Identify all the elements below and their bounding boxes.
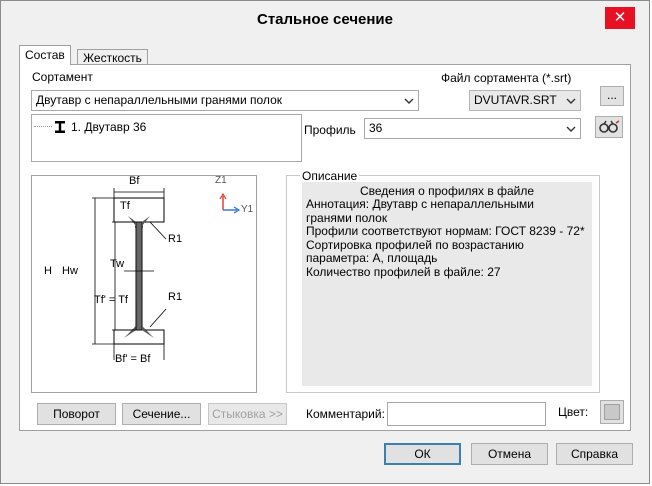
description-line: Сортировка профилей по возрастанию (306, 237, 524, 252)
color-label: Цвет: (558, 405, 589, 419)
help-button[interactable]: Справка (556, 443, 633, 465)
label-hw: Hw (62, 265, 78, 277)
label-tf: Tf (120, 200, 130, 212)
chevron-down-icon (404, 98, 414, 104)
profile-label: Профиль (304, 123, 356, 137)
label-r1-top: R1 (168, 233, 183, 245)
title-bar: Стальное сечение ✕ (1, 1, 649, 39)
rotate-button[interactable]: Поворот (37, 403, 116, 425)
tree-item[interactable]: 1. Двутавр 36 (34, 119, 274, 135)
label-tw: Tw (110, 258, 125, 270)
color-button[interactable] (600, 400, 624, 424)
section-diagram: Bf Tf R1 H Hw Tw Tf' = Tf R1 Bf' = Bf Z1… (31, 175, 257, 393)
binoculars-icon (599, 120, 620, 133)
comment-input[interactable] (387, 402, 546, 426)
assortment-value: Двутавр с непараллельными гранями полок (36, 93, 282, 107)
description-line: Профили соответствуют нормам: ГОСТ 8239 … (306, 224, 585, 238)
file-select[interactable]: DVUTAVR.SRT (469, 90, 581, 111)
section-button[interactable]: Сечение... (122, 403, 201, 425)
tab-stiffness[interactable]: Жесткость (77, 49, 148, 65)
profile-search-button[interactable] (595, 116, 623, 138)
close-icon: ✕ (613, 9, 627, 26)
label-axis-y: Y1 (241, 204, 254, 215)
description-line: параметра: А, площадь (306, 251, 438, 265)
assortment-label: Сортамент (32, 70, 93, 84)
description-line: гранями полок (306, 210, 388, 225)
description-label: Описание (300, 169, 360, 183)
i-beam-icon (55, 121, 65, 133)
label-r1-bottom: R1 (168, 291, 183, 303)
cancel-button[interactable]: Отмена (471, 443, 548, 465)
browse-file-button[interactable]: ... (600, 86, 624, 106)
tab-stiffness-label: Жесткость (83, 51, 142, 65)
dock-button[interactable]: Стыковка >> (208, 403, 287, 425)
window-title: Стальное сечение (257, 11, 393, 28)
label-axis-z: Z1 (215, 175, 227, 186)
file-value: DVUTAVR.SRT (474, 93, 557, 107)
tab-panel: Сортамент Двутавр с непараллельными гран… (19, 64, 631, 431)
description-line: Аннотация: Двутавр с непараллельными (306, 197, 534, 211)
label-tf-eq: Tf' = Tf (94, 294, 128, 306)
profile-value: 36 (369, 121, 383, 135)
file-label: Файл сортамента (*.srt) (441, 71, 572, 85)
description-line: Количество профилей в файле: 27 (306, 264, 501, 279)
description-text-area: Сведения о профилях в файле Аннотация: Д… (302, 182, 592, 386)
profile-select[interactable]: 36 (364, 118, 581, 139)
tree-item-label: 1. Двутавр 36 (71, 120, 147, 134)
tab-composition[interactable]: Состав (19, 45, 71, 65)
dialog-window: Стальное сечение ✕ Состав Жесткость Сорт… (0, 0, 650, 484)
tab-composition-label: Состав (25, 48, 65, 62)
comment-label: Комментарий: (306, 407, 385, 421)
browse-label: ... (606, 88, 617, 102)
label-bf-eq: Bf' = Bf (115, 353, 151, 365)
chevron-down-icon (566, 98, 576, 104)
profile-tree[interactable]: 1. Двутавр 36 (31, 114, 302, 162)
color-swatch (604, 404, 620, 420)
assortment-select[interactable]: Двутавр с непараллельными гранями полок (31, 90, 419, 111)
chevron-down-icon (566, 126, 576, 132)
label-h: H (44, 265, 52, 277)
close-button[interactable]: ✕ (605, 7, 635, 29)
ok-button[interactable]: ОК (384, 443, 461, 465)
tree-line (34, 126, 52, 127)
label-bf-top: Bf (129, 175, 140, 187)
